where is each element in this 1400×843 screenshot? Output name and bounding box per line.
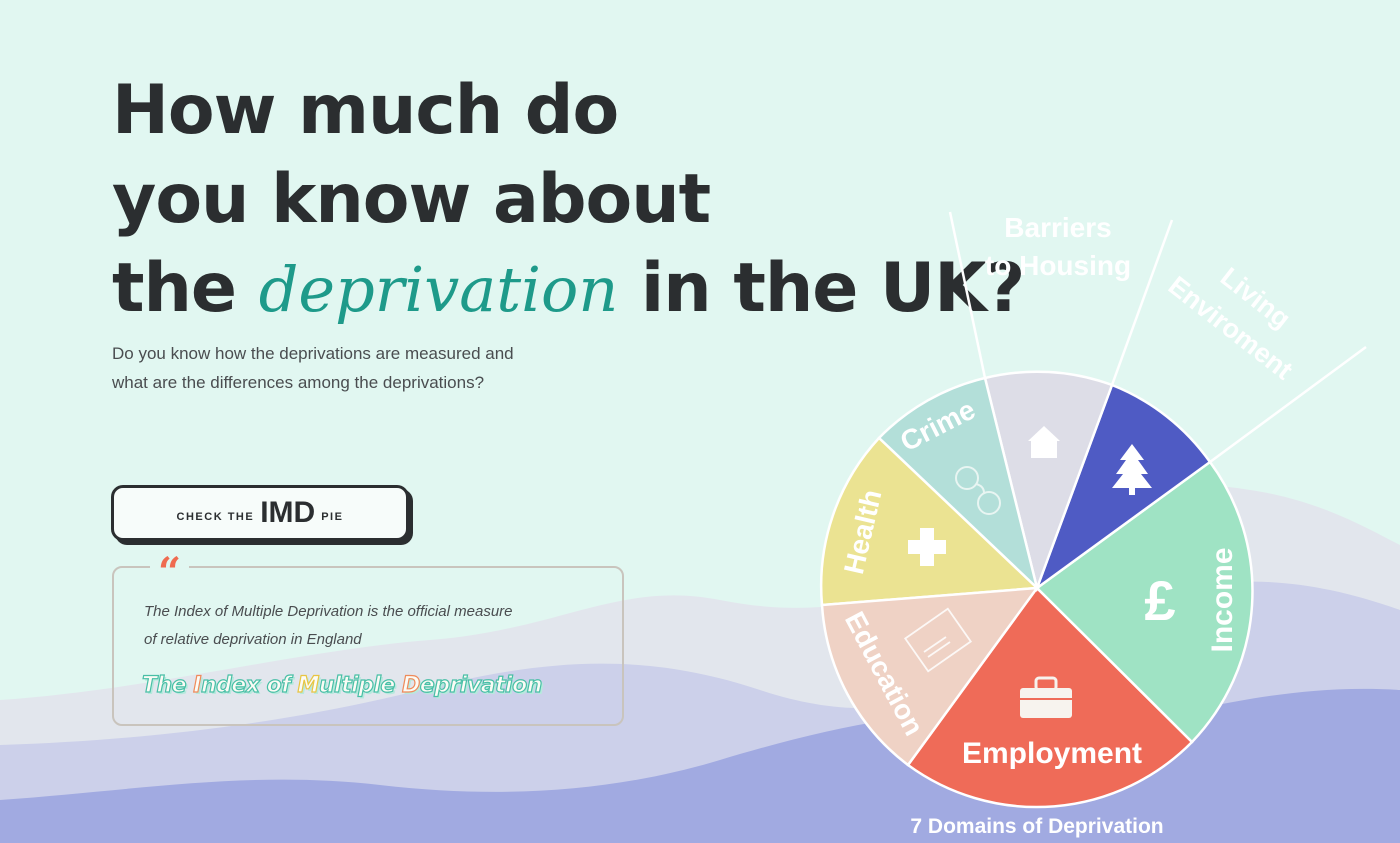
pie-label-barriers-line-1: Barriers bbox=[1004, 212, 1111, 243]
pie-label-income: Income bbox=[1206, 547, 1239, 652]
pie-extension-line bbox=[1110, 219, 1174, 386]
pie-label-employment: Employment bbox=[962, 737, 1142, 770]
svg-text:£: £ bbox=[1144, 569, 1175, 632]
pie-caption: 7 Domains of Deprivation bbox=[910, 815, 1163, 838]
pie-extension-line bbox=[948, 211, 987, 379]
imd-pie-chart: £ Employment Income Health Crime Educati… bbox=[819, 211, 1367, 838]
pie-label-barriers-line-2: to Housing bbox=[985, 250, 1131, 281]
pound-icon: £ bbox=[1144, 569, 1175, 632]
